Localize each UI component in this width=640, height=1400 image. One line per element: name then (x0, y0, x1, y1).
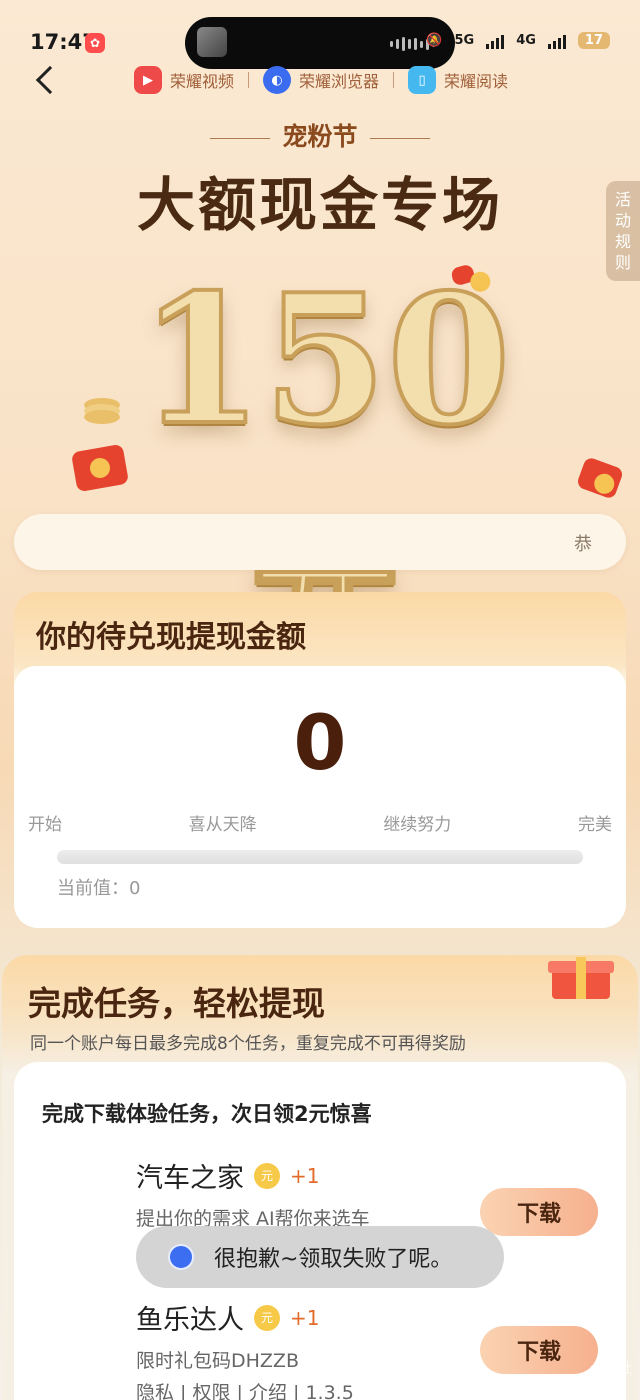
task-list-header: 完成下载体验任务，次日领2元惊喜 (42, 1102, 372, 1126)
task-name: 鱼乐达人 元 +1 (136, 1304, 320, 1336)
task-item-yuledaren: 鱼乐达人 元 +1 限时礼包码DHZZB 隐私 | 权限 | 介绍 | 1.3.… (14, 1298, 626, 1400)
status-indicators: 🔕 5G 4G 17 (426, 32, 610, 49)
media-thumbnail-icon (197, 27, 227, 57)
video-play-icon: ▶ (134, 66, 162, 94)
battery-indicator: 17 (577, 32, 610, 49)
link-honor-reading[interactable]: ▯ 荣耀阅读 (408, 66, 508, 94)
milestone-label: 开始 (28, 815, 62, 835)
balance-title: 你的待兑现提现金额 (36, 620, 306, 655)
milestone-label: 喜从天降 (188, 815, 257, 835)
mute-bell-icon: 🔕 (426, 33, 443, 48)
divider (248, 72, 250, 88)
back-button[interactable] (32, 64, 65, 100)
hero-title: 大额现金专场 (136, 171, 503, 239)
link-label: 荣耀阅读 (444, 72, 509, 91)
browser-icon (168, 1244, 194, 1270)
notification-app-icon: ✿ (85, 33, 105, 53)
task-name: 汽车之家 元 +1 (136, 1162, 320, 1194)
milestone-label: 完美 (577, 815, 612, 835)
link-honor-video[interactable]: ▶ 荣耀视频 (134, 66, 234, 94)
task-meta-links[interactable]: 隐私 | 权限 | 介绍 | 1.3.5 (136, 1378, 354, 1400)
red-envelope-icon (575, 456, 625, 500)
app-links-bar: ▶ 荣耀视频 ◐ 荣耀浏览器 ▯ 荣耀阅读 (134, 66, 508, 94)
hero-subtitle: 宠粉节 (0, 117, 640, 153)
toast-text: 很抱歉~领取失败了呢。 (214, 1247, 453, 1272)
activity-rules-tab[interactable]: 活动规则 (606, 181, 640, 281)
download-button[interactable]: 下载 (480, 1188, 598, 1236)
tasks-title: 完成任务，轻松提现 (28, 984, 325, 1023)
signal-strength-icon (547, 33, 566, 49)
chevron-left-icon (35, 65, 65, 95)
winner-marquee: 恭 (14, 514, 626, 570)
current-value-label: 当前值：0 (57, 878, 141, 899)
progress-milestones: 开始 喜从天降 继续努力 完美 (0, 810, 640, 835)
reward-amount: +1 (290, 1305, 320, 1330)
watermark: 卡农社 (590, 1361, 632, 1377)
tasks-note: 同一个账户每日最多完成8个任务，重复完成不可再得奖励 (30, 1034, 466, 1054)
link-label: 荣耀浏览器 (299, 72, 380, 91)
signal-5g: 5G (454, 33, 475, 48)
milestone-label: 继续努力 (383, 815, 452, 835)
toast-message: 很抱歉~领取失败了呢。 (136, 1226, 504, 1288)
link-honor-browser[interactable]: ◐ 荣耀浏览器 (263, 66, 379, 94)
gift-box-icon (544, 951, 616, 999)
signal-strength-icon (486, 33, 505, 49)
reward-amount: +1 (290, 1163, 320, 1188)
signal-4g: 4G (516, 33, 536, 48)
hero-amount: 150元 (137, 253, 513, 680)
progress-bar (57, 850, 583, 864)
reading-icon: ▯ (408, 66, 437, 94)
cash-coin-icon: 元 (254, 1162, 280, 1189)
cash-coin-icon: 元 (254, 1304, 280, 1331)
marquee-text: 恭 (574, 534, 592, 555)
browser-icon: ◐ (263, 66, 292, 94)
download-button[interactable]: 下载 (480, 1326, 598, 1374)
link-label: 荣耀视频 (170, 72, 235, 91)
dynamic-island[interactable] (185, 17, 455, 69)
task-description: 限时礼包码DHZZB (136, 1350, 299, 1372)
divider (393, 72, 395, 88)
balance-value: 0 (293, 698, 347, 787)
